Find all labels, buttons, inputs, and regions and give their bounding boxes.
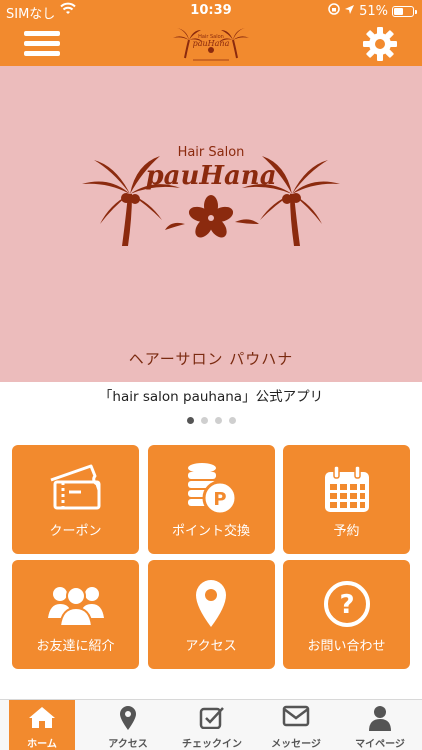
question-icon: ? <box>283 576 410 632</box>
app-caption: 「hair salon pauhana」公式アプリ <box>98 389 324 405</box>
person-icon <box>338 705 422 731</box>
carousel-dots[interactable] <box>0 417 422 424</box>
svg-text:pauHana: pauHana <box>193 39 230 48</box>
tile-label: お友達に紹介 <box>36 639 115 654</box>
tile-label: お問い合わせ <box>307 639 386 654</box>
hero-subtitle: ヘアーサロン パウハナ <box>128 350 294 368</box>
tab-home[interactable]: ホーム <box>9 700 75 750</box>
location-icon <box>344 4 355 19</box>
status-bar: SIMなし 10:39 51% <box>0 0 422 22</box>
header-logo: Hair Salon pauHana <box>173 28 249 61</box>
logo-small-text: Hair Salon <box>178 146 245 160</box>
carousel-dot[interactable] <box>214 417 222 424</box>
logo-large-text: pauHana <box>145 161 276 191</box>
checkin-icon <box>170 705 254 731</box>
tile-reservation[interactable]: 予約 <box>283 445 410 554</box>
carousel-dot[interactable] <box>228 417 236 424</box>
tab-label: チェックイン <box>182 739 242 750</box>
tile-label: 予約 <box>333 524 360 539</box>
tile-access[interactable]: アクセス <box>147 560 275 669</box>
svg-text:?: ? <box>339 590 354 620</box>
tile-label: アクセス <box>185 639 237 654</box>
hero-banner[interactable]: Hair Salon pauHana ヘアーサロン パウハナ <box>0 66 422 382</box>
rotation-lock-icon <box>328 3 340 19</box>
tab-label: アクセス <box>108 739 148 750</box>
menu-grid: クーポン P ポイント交換 予約 お友達に紹介 アクセス ? お問い合わせ <box>12 445 410 669</box>
tile-points[interactable]: P ポイント交換 <box>147 445 275 554</box>
mail-icon <box>254 705 338 731</box>
tab-label: メッセージ <box>271 739 321 750</box>
salon-logo: Hair Salon pauHana <box>82 146 340 246</box>
carousel-dot[interactable] <box>200 417 208 424</box>
tab-mypage[interactable]: マイページ <box>338 700 422 750</box>
hamburger-menu-icon[interactable] <box>24 28 60 60</box>
carousel-dot[interactable] <box>186 417 194 424</box>
tile-label: クーポン <box>49 524 102 539</box>
svg-text:P: P <box>213 489 226 510</box>
home-icon <box>9 705 75 731</box>
tab-access[interactable]: アクセス <box>86 700 170 750</box>
tab-bar: ホーム アクセス チェックイン メッセージ マイページ <box>0 699 422 750</box>
app-header: Hair Salon pauHana <box>0 22 422 66</box>
map-pin-icon <box>86 705 170 731</box>
people-icon <box>12 576 139 632</box>
map-pin-icon <box>148 576 275 632</box>
ticket-icon <box>12 461 139 517</box>
tab-label: マイページ <box>355 739 405 750</box>
battery-percent: 51% <box>359 3 388 19</box>
tab-message[interactable]: メッセージ <box>254 700 338 750</box>
tile-contact[interactable]: ? お問い合わせ <box>283 560 410 669</box>
gear-icon[interactable] <box>362 26 398 62</box>
tab-checkin[interactable]: チェックイン <box>170 700 254 750</box>
tile-coupon[interactable]: クーポン <box>12 445 139 554</box>
coins-icon: P <box>148 461 275 517</box>
tile-label: ポイント交換 <box>171 524 250 539</box>
tab-label: ホーム <box>27 739 57 750</box>
calendar-icon <box>283 461 410 517</box>
tile-refer-friend[interactable]: お友達に紹介 <box>12 560 139 669</box>
battery-icon <box>392 5 417 17</box>
